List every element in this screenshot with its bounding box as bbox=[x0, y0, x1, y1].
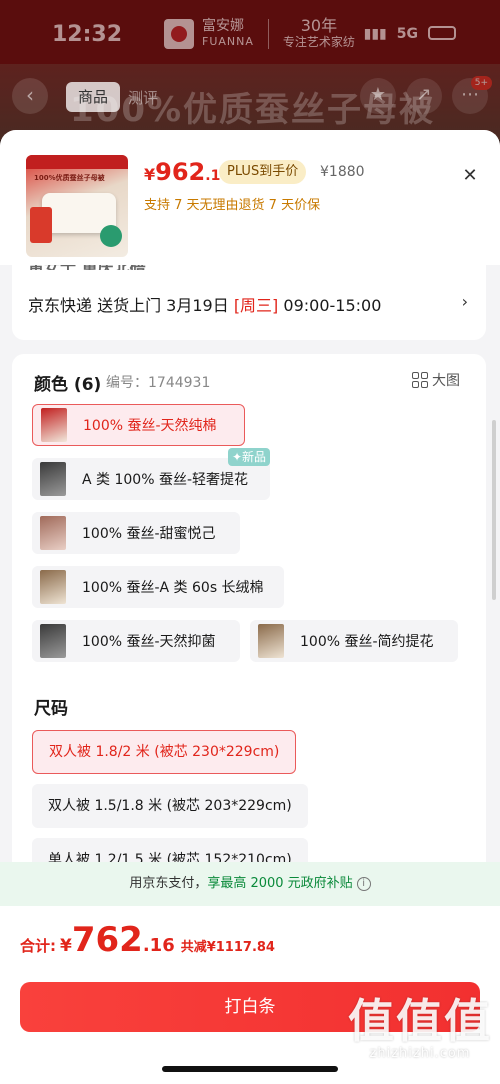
option-thumbnail bbox=[41, 408, 67, 442]
home-indicator[interactable] bbox=[162, 1066, 338, 1072]
original-price: ¥1880 bbox=[320, 164, 365, 180]
new-badge: ✦新品 bbox=[227, 448, 270, 466]
delivery-row[interactable]: 京东快递 送货上门 3月19日 [周三] 09:00-15:00 › bbox=[12, 270, 486, 338]
tab-product[interactable]: 商品 bbox=[66, 82, 121, 112]
big-image-toggle[interactable]: 大图 bbox=[412, 370, 460, 390]
color-label: 颜色 (6) bbox=[34, 375, 102, 395]
color-option[interactable]: 100% 蚕丝-A 类 60s 长绒棉 bbox=[32, 566, 284, 608]
cart-badge: 5+ bbox=[470, 76, 492, 90]
color-option[interactable]: 100% 蚕丝-甜蜜悦己 bbox=[32, 512, 240, 554]
service-guarantee: 支持 7 天无理由退货 7 天价保 bbox=[144, 198, 321, 213]
brand-logo-icon bbox=[164, 19, 194, 49]
watermark-url: zhizhizhi.com bbox=[369, 1046, 471, 1061]
delivery-weekday: [周三] bbox=[233, 296, 279, 315]
sheet-header: 100%优质蚕丝子母被 ¥ 962 .16 PLUS到手价 ¥1880 支持 7… bbox=[0, 130, 500, 265]
option-thumbnail bbox=[40, 462, 66, 496]
size-option[interactable]: 双人被 1.8/2 米 (被芯 230*229cm) bbox=[32, 730, 297, 774]
tab-review[interactable]: 测评 bbox=[128, 87, 158, 108]
brand-divider bbox=[267, 19, 269, 49]
total-discount: 共减¥1117.84 bbox=[180, 940, 275, 955]
grid-icon bbox=[412, 372, 428, 388]
chevron-left-icon: ‹ bbox=[26, 83, 34, 107]
favorite-button[interactable]: ★ bbox=[360, 78, 396, 114]
signal-icon: ▮▮▮ bbox=[363, 26, 387, 42]
chevron-right-icon: › bbox=[461, 292, 468, 311]
scrollbar[interactable] bbox=[492, 420, 496, 600]
close-button[interactable]: ✕ bbox=[458, 164, 482, 188]
brand-name-en: FUANNA bbox=[202, 35, 254, 48]
option-thumbnail bbox=[40, 570, 66, 604]
delivery-text: 京东快递 送货上门 3月19日 [周三] 09:00-15:00 bbox=[28, 296, 382, 315]
sku-code: 编号：1744931 bbox=[106, 375, 211, 391]
size-option[interactable]: 双人被 1.5/1.8 米 (被芯 203*229cm) bbox=[32, 784, 308, 828]
color-option[interactable]: 100% 蚕丝-天然纯棉 bbox=[32, 404, 245, 446]
product-nav: 100%优质蚕丝子母被 ‹ 商品 测评 ★ ↗ ⋯ 5+ bbox=[0, 72, 500, 130]
status-bar: 12:32 富安娜 FUANNA 30年 专注艺术家纺 ▮▮▮ 5G bbox=[0, 0, 500, 64]
sku-price: ¥ 962 .16 bbox=[144, 158, 231, 186]
product-thumbnail[interactable]: 100%优质蚕丝子母被 bbox=[26, 155, 128, 257]
brand-slogan-top: 30年 bbox=[300, 16, 338, 35]
spec-card: 颜色 (6) 编号：1744931 大图 100% 蚕丝-天然纯棉 A 类 10… bbox=[12, 354, 486, 882]
info-icon: i bbox=[356, 876, 371, 891]
share-button[interactable]: ↗ bbox=[406, 78, 442, 114]
plus-price-tag: PLUS到手价 bbox=[219, 160, 307, 184]
option-thumbnail bbox=[40, 624, 66, 658]
status-icons: ▮▮▮ 5G bbox=[364, 26, 456, 42]
option-thumbnail bbox=[258, 624, 284, 658]
color-option[interactable]: 100% 蚕丝-简约提花 bbox=[250, 620, 458, 662]
watermark: 值值值 zhizhizhi.com bbox=[348, 996, 492, 1061]
thumbnail-caption: 100%优质蚕丝子母被 bbox=[34, 174, 105, 182]
color-option[interactable]: A 类 100% 蚕丝-轻奢提花 ✦新品 bbox=[32, 448, 270, 500]
back-button[interactable]: ‹ bbox=[12, 78, 48, 114]
subsidy-banner[interactable]: 用京东支付，享最高 2000 元政府补贴 i bbox=[0, 862, 500, 906]
battery-icon bbox=[428, 26, 456, 40]
background-product-page: 12:32 富安娜 FUANNA 30年 专注艺术家纺 ▮▮▮ 5G 100%优… bbox=[0, 0, 500, 140]
close-icon: ✕ bbox=[462, 165, 478, 186]
brand-name: 富安娜 bbox=[202, 18, 244, 34]
more-button[interactable]: ⋯ 5+ bbox=[452, 76, 492, 114]
brand-slogan-bottom: 专注艺术家纺 bbox=[282, 35, 355, 49]
status-time: 12:32 bbox=[52, 22, 123, 47]
option-thumbnail bbox=[40, 516, 66, 550]
sku-selector-sheet: 黄女士 重庆北碚 › 100%优质蚕丝子母被 ¥ 962 .16 PLUS到手价… bbox=[0, 130, 500, 1084]
subsidy-highlight: 享最高 2000 元政府补贴 bbox=[207, 876, 353, 891]
color-option[interactable]: 100% 蚕丝-天然抑菌 bbox=[32, 620, 240, 662]
share-icon: ↗ bbox=[416, 84, 432, 105]
star-icon: ★ bbox=[369, 84, 387, 105]
network-type: 5G bbox=[396, 26, 418, 42]
size-label: 尺码 bbox=[34, 699, 68, 719]
brand-banner: 富安娜 FUANNA 30年 专注艺术家纺 bbox=[164, 18, 355, 50]
total-price: 合计: ¥ 762 .16 共减¥1117.84 bbox=[20, 920, 275, 960]
watermark-logo: 值值值 bbox=[348, 994, 492, 1048]
